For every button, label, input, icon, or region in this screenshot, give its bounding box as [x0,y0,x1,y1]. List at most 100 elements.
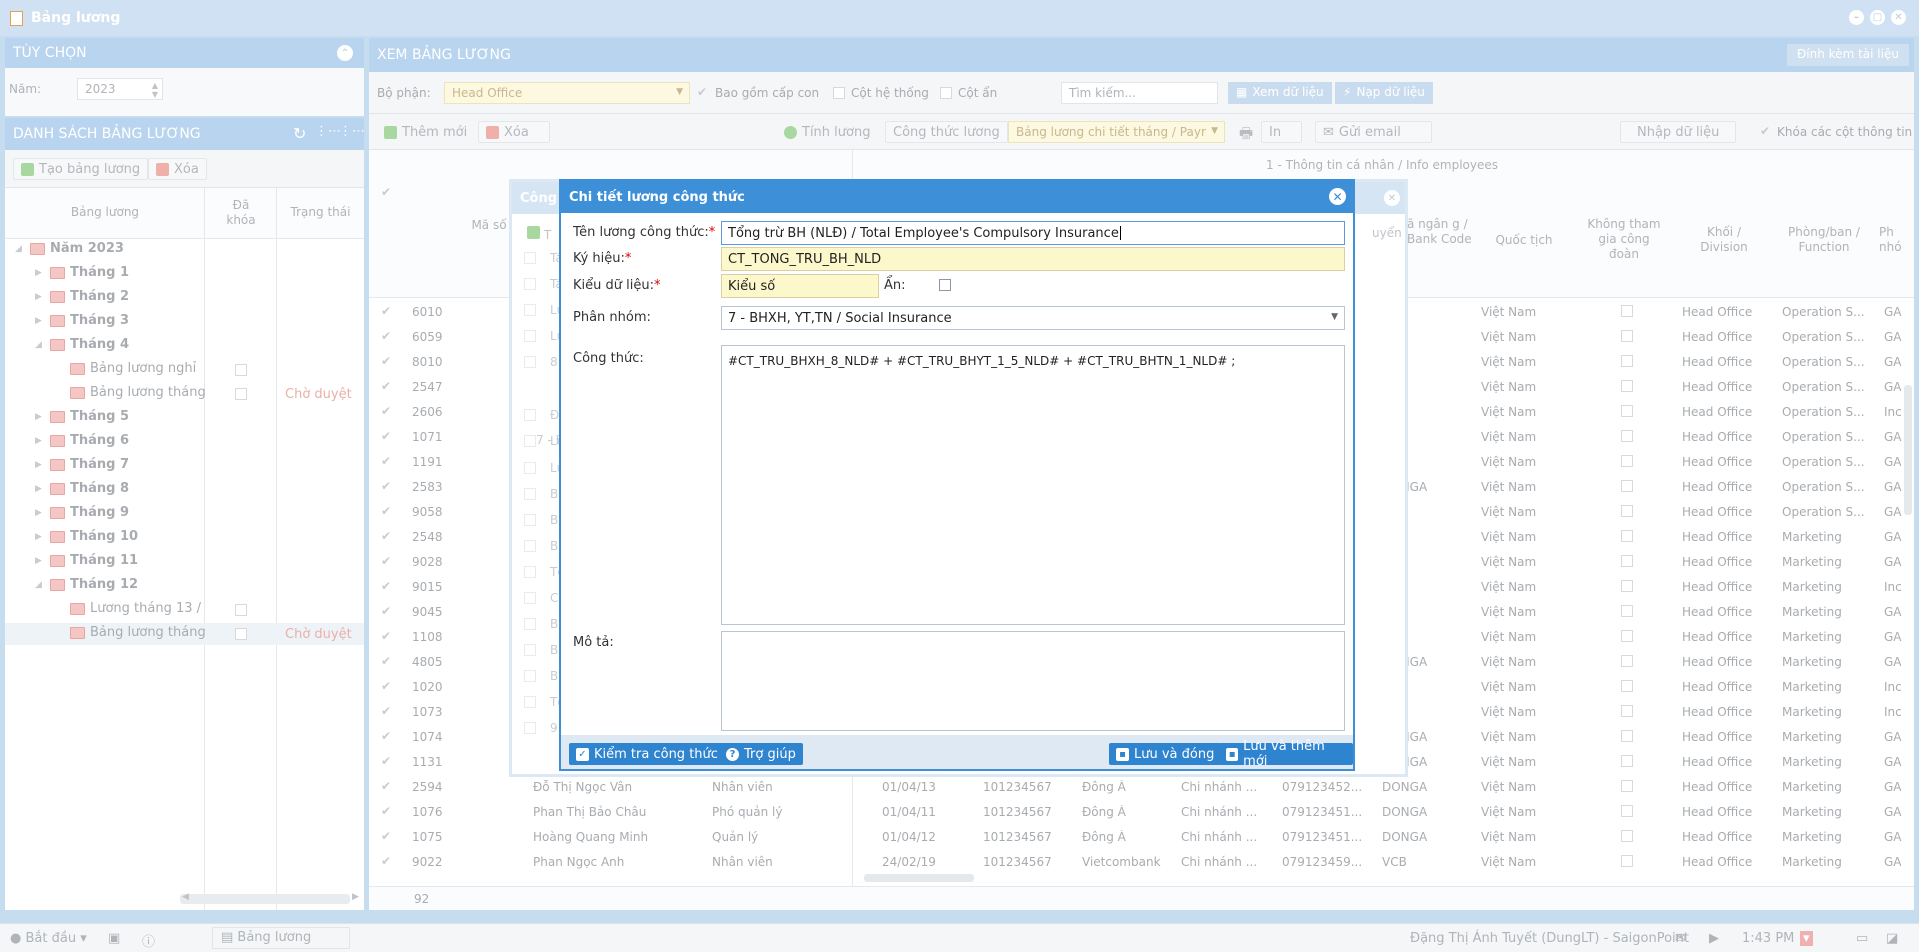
no-union-checkbox[interactable] [1621,380,1633,392]
add-button[interactable]: Thêm mới [377,121,474,143]
delete-button[interactable]: Xóa [478,121,550,143]
caret-right-icon[interactable]: ▶ [35,436,45,446]
col-bank-code[interactable]: ã ngân g / Bank Code [1407,217,1483,247]
caret-right-icon[interactable]: ▶ [35,412,45,422]
tree-node[interactable]: Bảng lương tháng [55,625,206,640]
row-checkbox[interactable]: ✔ [381,855,393,867]
alert-icon[interactable]: ◪ [1886,931,1898,946]
locked-checkbox[interactable] [235,628,247,640]
delete-payroll-button[interactable]: Xóa [148,158,207,180]
grid-vscrollbar[interactable] [1904,385,1912,515]
tree-node[interactable]: ▶ Tháng 10 [35,529,138,544]
formula-row-checkbox[interactable] [524,304,536,316]
formula-row-checkbox[interactable] [524,252,536,264]
tree-node[interactable]: ◢ Tháng 12 [35,577,138,592]
hidden-col-checkbox[interactable] [940,87,952,99]
tree-node[interactable]: ▶ Tháng 7 [35,457,129,472]
refresh-icon[interactable]: ↻ [293,124,306,143]
formula-row-checkbox[interactable] [524,670,536,682]
load-data-button[interactable]: ⚡ Nạp dữ liệu [1335,82,1433,104]
row-checkbox[interactable]: ✔ [381,830,393,842]
locked-checkbox[interactable] [235,364,247,376]
tree-node[interactable]: Lương tháng 13 / [55,601,201,616]
locked-checkbox[interactable] [235,388,247,400]
send-email-button[interactable]: ✉ Gửi email [1315,121,1432,143]
notification-icon[interactable]: ▾ [1800,931,1813,946]
description-textarea[interactable] [721,631,1345,731]
row-checkbox[interactable]: ✔ [381,405,393,417]
row-checkbox[interactable]: ✔ [381,455,393,467]
close-icon[interactable]: ✕ [1891,10,1906,25]
formula-name-input[interactable]: Tổng trừ BH (NLĐ) / Total Employee's Com… [721,221,1345,245]
caret-right-icon[interactable]: ▶ [35,532,45,542]
formula-row-checkbox[interactable] [524,278,536,290]
no-union-checkbox[interactable] [1621,830,1633,842]
media-icon[interactable]: ▶ [1709,931,1719,946]
no-union-checkbox[interactable] [1621,780,1633,792]
message-icon[interactable]: ✉ [1675,931,1686,946]
no-union-checkbox[interactable] [1621,730,1633,742]
formula-row-checkbox[interactable] [524,566,536,578]
formula-row-checkbox[interactable] [524,330,536,342]
row-checkbox[interactable]: ✔ [381,705,393,717]
col-group[interactable]: Ph nhó [1879,225,1909,255]
tree-node[interactable]: ▶ Tháng 1 [35,265,129,280]
template-select[interactable]: Bảng lương chi tiết tháng / Payr ▼ [1008,121,1225,143]
row-checkbox[interactable]: ✔ [381,380,393,392]
dialog-close-icon[interactable]: ✕ [1329,188,1346,205]
row-checkbox[interactable]: ✔ [381,730,393,742]
no-union-checkbox[interactable] [1621,705,1633,717]
row-checkbox[interactable]: ✔ [381,555,393,567]
no-union-checkbox[interactable] [1621,655,1633,667]
formula-row-checkbox[interactable] [524,409,536,421]
formula-row-checkbox[interactable] [524,592,536,604]
tree-node[interactable]: Bảng lương nghỉ [55,361,196,376]
chevron-down-icon[interactable]: ▼ [1331,312,1338,322]
close-icon[interactable]: ✕ [1384,190,1400,206]
formula-row-checkbox[interactable] [524,696,536,708]
no-union-checkbox[interactable] [1621,680,1633,692]
search-input[interactable]: Tìm kiếm... [1061,82,1218,104]
col-status[interactable]: Trạng thái [277,205,364,220]
formula-row-checkbox[interactable] [524,435,536,447]
formula-row-checkbox[interactable] [524,540,536,552]
formula-row-checkbox[interactable] [524,462,536,474]
col-division[interactable]: Khối / Division [1674,225,1774,255]
collapse-icon[interactable]: ⌃ [337,45,353,61]
minimize-icon[interactable]: – [1849,10,1864,25]
caret-down-icon[interactable]: ◢ [35,580,45,590]
grid-hscrollbar[interactable] [864,874,974,882]
attach-file-button[interactable]: Đính kèm tài liệu [1787,44,1909,66]
row-checkbox[interactable]: ✔ [381,780,393,792]
col-nationality[interactable]: Quốc tịch [1474,233,1574,248]
check-formula-button[interactable]: ✓ Kiểm tra công thức [569,743,725,765]
caret-down-icon[interactable]: ◢ [35,340,45,350]
formula-row-checkbox[interactable] [524,356,536,368]
formula-textarea[interactable]: #CT_TRU_BHXH_8_NLD# + #CT_TRU_BHYT_1_5_N… [721,345,1345,625]
save-new-button[interactable]: ▪ Lưu và thêm mới [1219,739,1353,769]
row-checkbox[interactable]: ✔ [381,330,393,342]
no-union-checkbox[interactable] [1621,405,1633,417]
year-input[interactable]: 2023 ▲ ▼ [77,78,163,100]
task-button-payroll[interactable]: ▤ Bảng lương [212,927,350,949]
col-function[interactable]: Phòng/ban / Function [1774,225,1874,255]
no-union-checkbox[interactable] [1621,855,1633,867]
no-union-checkbox[interactable] [1621,455,1633,467]
save-close-button[interactable]: ▪ Lưu và đóng [1109,743,1222,765]
col-no-union[interactable]: Không tham gia công đoàn [1574,217,1674,262]
no-union-checkbox[interactable] [1621,755,1633,767]
col-locked[interactable]: Đã khóa [205,198,277,228]
no-union-checkbox[interactable] [1621,305,1633,317]
table-row[interactable]: ✔ 9022 Phan Ngọc Anh Nhân viên 24/02/19 10123… [369,849,1914,874]
print-button[interactable]: In [1261,121,1303,143]
table-row[interactable]: ✔ 1076 Phan Thị Bảo Châu Phó quản lý 01/04/1… [369,799,1914,824]
row-checkbox[interactable]: ✔ [381,530,393,542]
locked-checkbox[interactable] [235,604,247,616]
dept-select[interactable]: Head Office ▼ [444,82,690,104]
formula-button[interactable]: Công thức lương [885,121,1008,143]
no-union-checkbox[interactable] [1621,480,1633,492]
caret-right-icon[interactable]: ▶ [35,268,45,278]
create-payroll-button[interactable]: Tạo bảng lương [13,158,149,180]
caret-right-icon[interactable]: ▶ [35,316,45,326]
tree-node[interactable]: ▶ Tháng 8 [35,481,129,496]
